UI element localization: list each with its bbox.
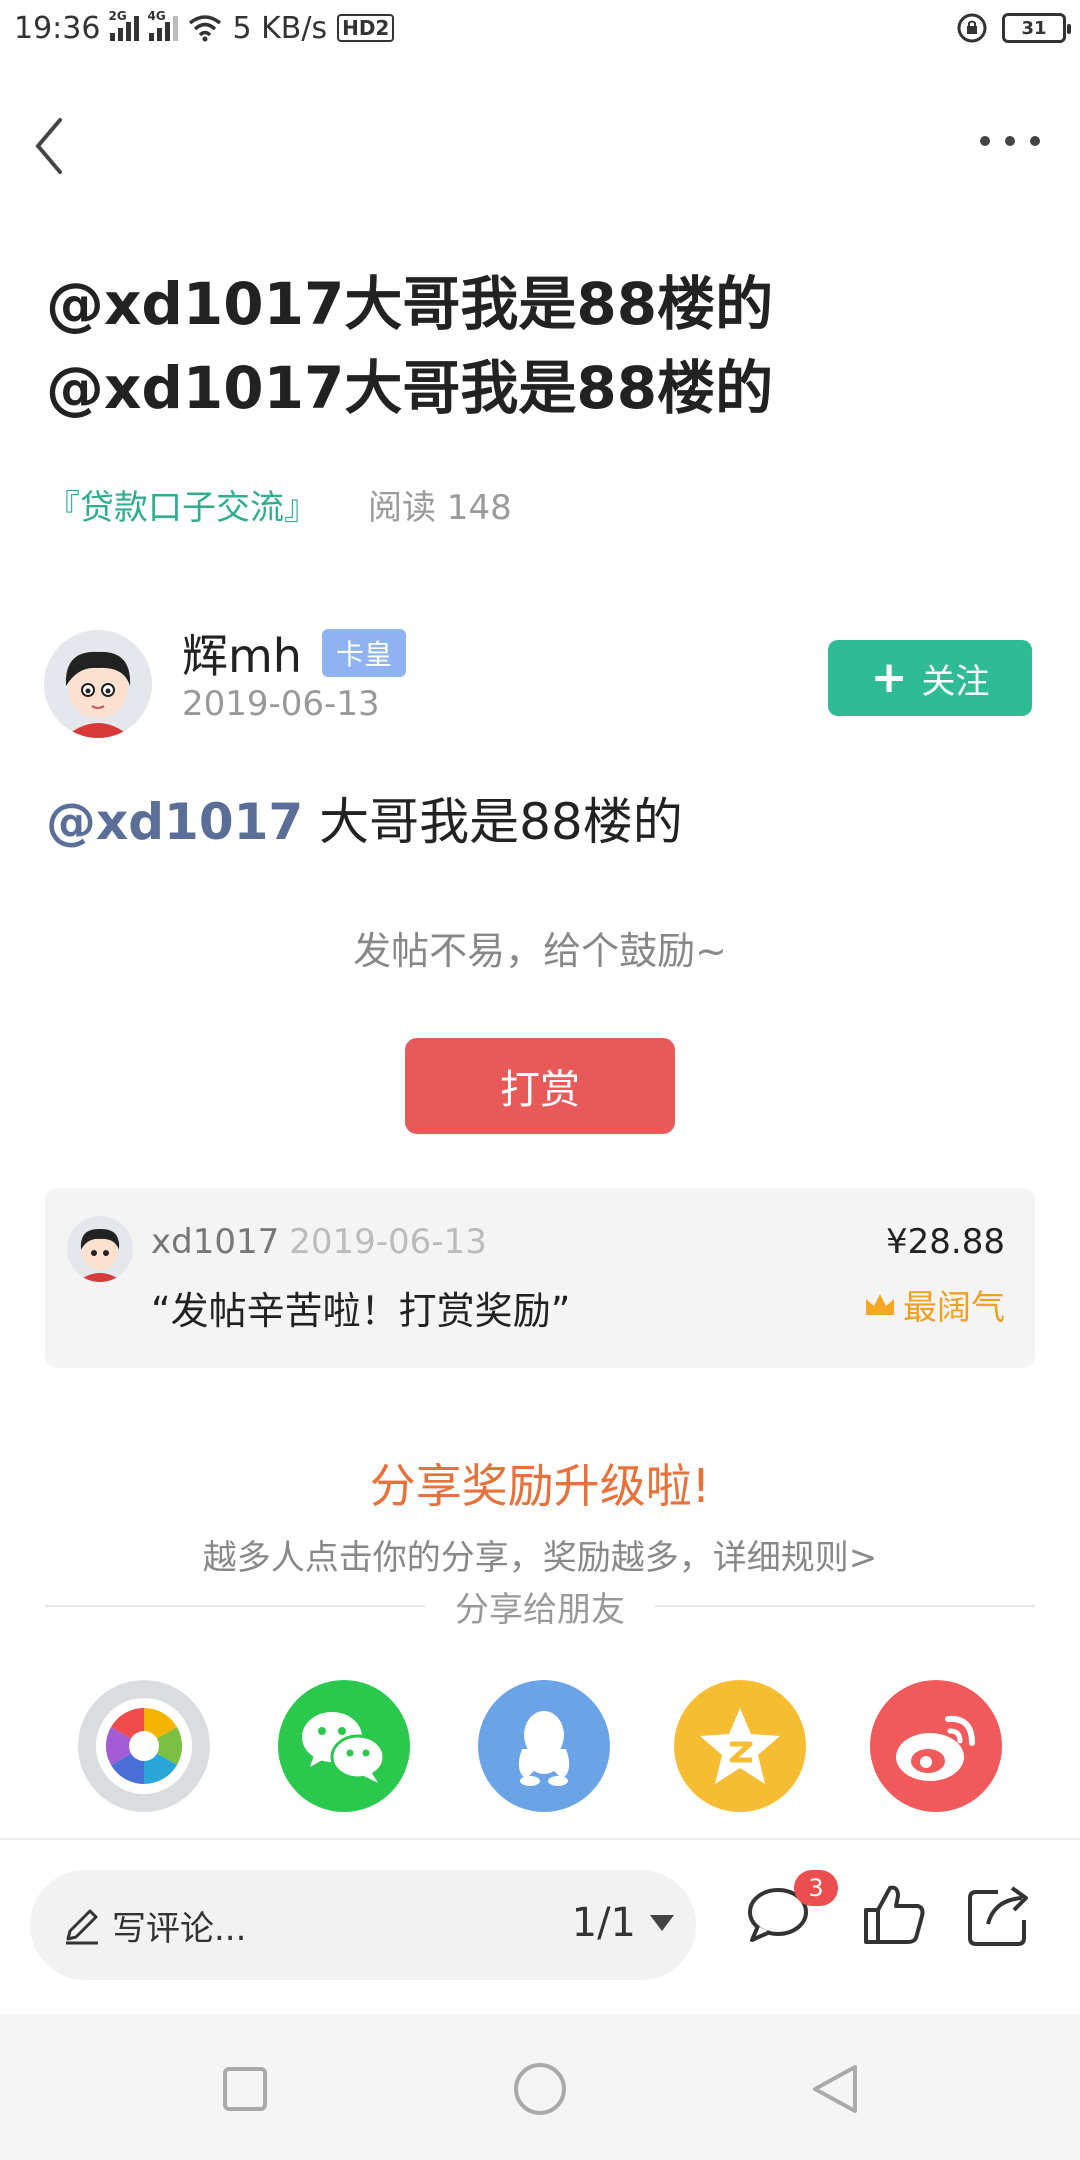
signal-2g-icon: 2G (108, 9, 140, 41)
page-indicator: 1/1 (571, 1900, 636, 1946)
reward-message: “发帖辛苦啦！打赏奖励” (151, 1289, 571, 1333)
more-dots-icon[interactable] (980, 126, 1040, 156)
crown-icon (866, 1293, 894, 1315)
post-title: @xd1017大哥我是88楼的@xd1017大哥我是88楼的 (46, 270, 774, 422)
follow-button[interactable]: + 关注 (828, 640, 1032, 716)
pencil-icon (66, 1909, 98, 1945)
mention-link[interactable]: @xd1017 (46, 793, 303, 851)
avatar[interactable] (44, 630, 152, 738)
wechat-share-icon[interactable] (278, 1680, 410, 1812)
post-body-text: 大哥我是88楼的 (303, 793, 683, 851)
forum-link[interactable]: 『贷款口子交流』 (46, 480, 318, 529)
share-icon[interactable] (964, 1878, 1036, 1950)
reward-date: 2019-06-13 (289, 1222, 487, 1262)
recents-icon[interactable] (210, 2054, 280, 2124)
hd-icon: HD2 (337, 14, 395, 42)
top-nav (0, 96, 1080, 192)
status-time: 19:36 (14, 10, 101, 46)
wifi-icon (189, 15, 222, 42)
comment-count-badge: 3 (794, 1870, 838, 1906)
caret-down-icon (650, 1915, 674, 1931)
battery-level: 31 (1021, 17, 1047, 39)
rewarder-avatar[interactable] (67, 1216, 133, 1282)
share-divider-label: 分享给朋友 (455, 1589, 625, 1630)
system-nav-bar (0, 2014, 1080, 2160)
top-reward-tag: 最阔气 (863, 1280, 1005, 1329)
bottom-action-bar: 写评论... 1/1 3 (0, 1838, 1080, 2014)
follow-label: 关注 (921, 661, 990, 702)
like-icon[interactable] (858, 1878, 930, 1950)
plus-icon: + (870, 652, 908, 703)
post-date: 2019-06-13 (182, 684, 380, 724)
status-bar: 19:36 2G 4G 5 KB/s HD2 31 (0, 0, 1080, 56)
rewarder-info: xd1017 2019-06-13 (151, 1222, 487, 1262)
post-body: @xd1017 大哥我是88楼的 (46, 782, 683, 854)
reward-button[interactable]: 打赏 (405, 1038, 675, 1134)
qq-share-icon[interactable] (478, 1680, 610, 1812)
author-badge: 卡皇 (321, 629, 406, 677)
home-icon[interactable] (505, 2054, 575, 2124)
page-selector[interactable]: 1/1 (572, 1900, 674, 1946)
rewarder-name[interactable]: xd1017 (151, 1222, 279, 1262)
author-name-row: 辉mh 卡皇 (182, 620, 406, 686)
chevron-left-icon[interactable] (30, 116, 80, 176)
encourage-text: 发帖不易，给个鼓励~ (353, 929, 727, 973)
share-rules-link[interactable]: 越多人点击你的分享，奖励越多，详细规则> (0, 1530, 1080, 1579)
battery-icon: 31 (1002, 13, 1071, 43)
rotation-lock-icon (957, 13, 987, 43)
moments-share-icon[interactable] (78, 1680, 210, 1812)
post-meta: 『贷款口子交流』 阅读 148 (46, 480, 512, 529)
author-name[interactable]: 辉mh (182, 620, 302, 686)
comment-input[interactable]: 写评论... 1/1 (30, 1870, 696, 1980)
reward-record-card: xd1017 2019-06-13 “发帖辛苦啦！打赏奖励” ¥28.88 最阔气 (45, 1188, 1035, 1368)
weibo-share-icon[interactable] (870, 1680, 1002, 1812)
comment-placeholder: 写评论... (112, 1908, 247, 1949)
read-count: 阅读 148 (368, 488, 512, 528)
qzone-share-icon[interactable] (674, 1680, 806, 1812)
share-divider: 分享给朋友 (45, 1586, 1035, 1630)
share-targets (0, 1680, 1080, 1812)
reward-amount: ¥28.88 (886, 1222, 1005, 1262)
back-nav-icon[interactable] (800, 2054, 870, 2124)
top-reward-label: 最阔气 (903, 1288, 1005, 1328)
signal-4g-icon: 4G (147, 9, 179, 41)
share-title: 分享奖励升级啦! (369, 1459, 711, 1513)
network-speed: 5 KB/s (232, 10, 328, 46)
